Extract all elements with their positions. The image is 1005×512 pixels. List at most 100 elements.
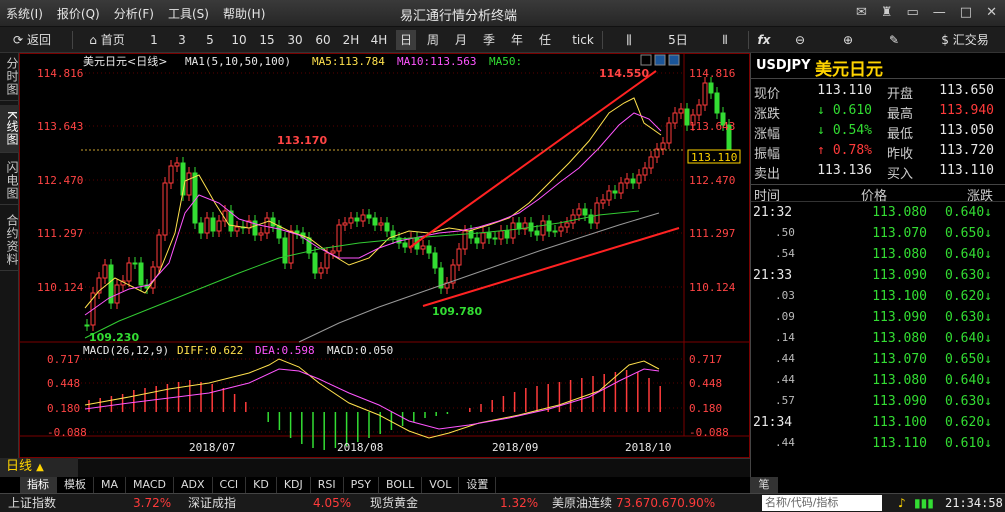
candle <box>624 178 630 184</box>
indicator-tab-3[interactable]: MACD <box>126 477 174 493</box>
restore-icon[interactable]: ▭ <box>907 5 919 20</box>
indicator-tab-5[interactable]: CCI <box>213 477 247 493</box>
trade-button[interactable]: $ 汇交易 <box>930 30 1000 50</box>
mail-icon[interactable]: ✉ <box>856 5 867 20</box>
status-index-name[interactable]: 深证成指 <box>188 494 236 512</box>
macd-tick-left: 0.180 <box>47 402 80 415</box>
back-button[interactable]: ⟳ 返回 <box>6 30 58 50</box>
tab-contract-info[interactable]: 合约资料 <box>0 209 19 271</box>
period-button-13[interactable]: 年 <box>506 30 528 50</box>
arrow-down-icon: ↓ <box>984 289 992 304</box>
period-button-12[interactable]: 季 <box>478 30 500 50</box>
period-label: 日线 <box>6 459 33 474</box>
quote-value: 113.136 <box>817 163 872 178</box>
macd-legend: MACD(26,12,9) <box>83 344 169 357</box>
period-button-1[interactable]: 3 <box>172 30 192 50</box>
candle <box>546 220 552 232</box>
period-button-8[interactable]: 4H <box>368 30 390 50</box>
indicator-tab-4[interactable]: ADX <box>174 477 213 493</box>
annotation-low1: 109.780 <box>432 305 482 318</box>
candle <box>540 220 546 236</box>
tick-tab[interactable]: 笔 <box>750 477 778 493</box>
indicator-tab-7[interactable]: KDJ <box>277 477 311 493</box>
period-button-11[interactable]: 月 <box>450 30 472 50</box>
period-button-0[interactable]: 1 <box>144 30 164 50</box>
indicator-tab-10[interactable]: BOLL <box>379 477 423 493</box>
arrow-down-icon: ↓ <box>984 268 992 283</box>
tick-header-change: 涨跌 <box>967 189 994 204</box>
close-icon[interactable]: ✕ <box>986 5 997 20</box>
period-button-7[interactable]: 2H <box>340 30 362 50</box>
tick-time: .57 <box>775 394 795 407</box>
period-button-2[interactable]: 5 <box>200 30 220 50</box>
home-button[interactable]: ⌂ 首页 <box>82 30 132 50</box>
quote-label: 买入 <box>887 167 914 182</box>
period-button-14[interactable]: 任 <box>534 30 556 50</box>
period-button-3[interactable]: 10 <box>228 30 250 50</box>
candle <box>660 142 666 150</box>
tick-price: 113.090 <box>872 394 927 409</box>
formula-button[interactable]: fx <box>752 30 776 50</box>
period-button-10[interactable]: 周 <box>422 30 444 50</box>
zoom-out-icon[interactable]: ⊖ <box>788 30 812 50</box>
indicator-tab-11[interactable]: VOL <box>422 477 460 493</box>
arrow-down-icon: ↓ <box>984 415 992 430</box>
tab-flash-chart[interactable]: 闪电图 <box>0 157 19 205</box>
kline-chart[interactable]: 美元日元<日线> MA1(5,10,50,100) MA5:113.784 MA… <box>19 53 750 458</box>
candle <box>486 232 492 239</box>
status-index-name[interactable]: 美原油连续 <box>552 494 612 512</box>
menu-help[interactable]: 帮助(H) <box>223 5 265 22</box>
tick-time: .44 <box>775 352 795 365</box>
period-selector[interactable]: 日线 ▲ <box>0 458 78 477</box>
period-button-4[interactable]: 15 <box>256 30 278 50</box>
bell-icon[interactable]: ♪ <box>898 494 906 512</box>
candle <box>234 226 240 232</box>
zoom-in-icon[interactable]: ⊕ <box>836 30 860 50</box>
indicator-tab-12[interactable]: 设置 <box>459 477 497 493</box>
indicator-tab-1[interactable]: 模板 <box>57 477 94 493</box>
search-input[interactable]: 名称/代码/指标 <box>762 495 882 511</box>
period-button-15[interactable]: tick <box>566 30 600 50</box>
indicator-tab-6[interactable]: KD <box>246 477 277 493</box>
candle <box>126 262 132 282</box>
status-index-value: 3.72% <box>133 496 172 510</box>
annotation-low2: 109.230 <box>89 331 139 344</box>
skin-icon[interactable]: ♜ <box>881 5 893 20</box>
candle <box>162 182 168 236</box>
menu-analysis[interactable]: 分析(F) <box>114 5 154 22</box>
tick-change: 0.640↓ <box>945 373 992 388</box>
draw-pen-icon[interactable]: ✎ <box>882 30 906 50</box>
tab-kline-chart[interactable]: K线图 <box>0 105 19 153</box>
indicator-tab-2[interactable]: MA <box>94 477 127 493</box>
status-index-name[interactable]: 上证指数 <box>8 494 56 512</box>
candle <box>318 267 324 274</box>
maximize-icon[interactable]: □ <box>960 5 972 20</box>
status-index-name[interactable]: 现货黄金 <box>370 494 418 512</box>
period-button-9[interactable]: 日 <box>396 30 416 50</box>
quote-label: 最低 <box>887 127 914 142</box>
tick-price: 113.080 <box>872 205 927 220</box>
chart-canvas[interactable]: 美元日元<日线> MA1(5,10,50,100) MA5:113.784 MA… <box>19 53 750 458</box>
menu-tools[interactable]: 工具(S) <box>168 5 209 22</box>
candle <box>288 230 294 264</box>
period-button-5[interactable]: 30 <box>284 30 306 50</box>
tick-change: 0.610↓ <box>945 436 992 451</box>
candle-icon[interactable]: ⫴ <box>714 30 736 50</box>
signal-icon: ▮▮▮ <box>914 496 934 510</box>
indicator-tab-0[interactable]: 指标 <box>20 477 57 493</box>
period-button-6[interactable]: 60 <box>312 30 334 50</box>
five-day-button[interactable]: 5日 <box>664 30 692 50</box>
indicator-tab-8[interactable]: RSI <box>311 477 344 493</box>
menu-system[interactable]: 系统(I) <box>6 5 43 22</box>
indicator-tab-9[interactable]: PSY <box>344 477 379 493</box>
menu-quote[interactable]: 报价(Q) <box>57 5 100 22</box>
minimize-icon[interactable]: — <box>933 5 946 20</box>
candle <box>600 199 606 204</box>
back-label: 返回 <box>26 33 51 47</box>
bar-chart-icon[interactable]: ⫼ <box>618 30 640 50</box>
bottom-bar <box>0 458 750 477</box>
tab-time-chart[interactable]: 分时图 <box>0 53 19 101</box>
quote-panel: USDJPY 美元日元 现价 113.110 开盘 113.650 涨跌 ↓ 0.610 最高… <box>750 53 1005 477</box>
candle <box>366 214 372 219</box>
tick-row: .44 113.070 0.650↓ <box>751 352 1005 373</box>
